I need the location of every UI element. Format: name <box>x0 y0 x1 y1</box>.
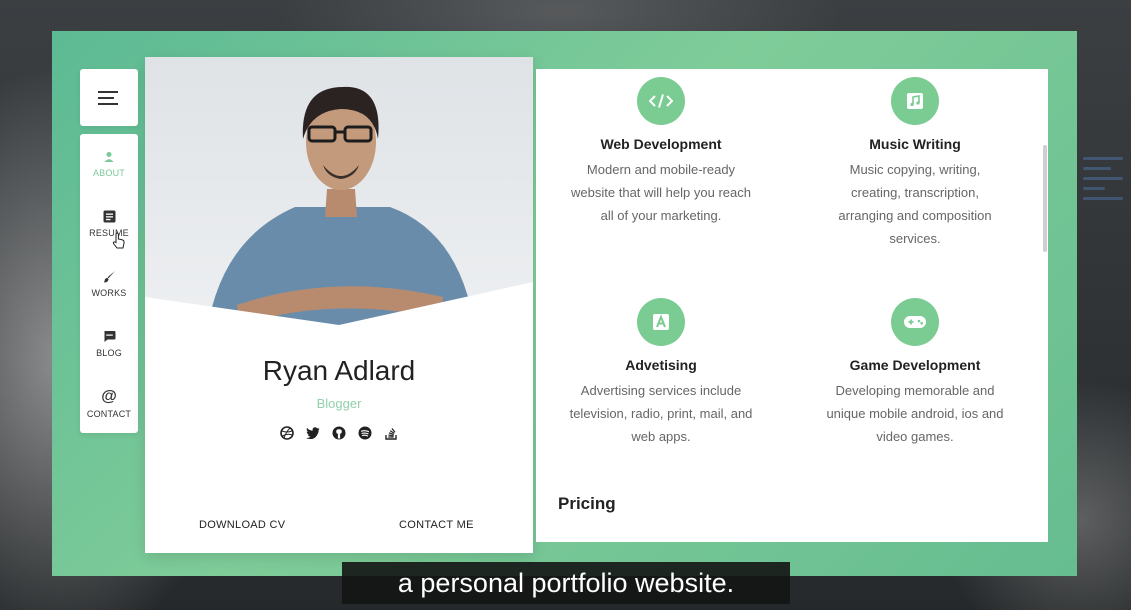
nav-label-works: WORKS <box>91 288 127 298</box>
video-caption: a personal portfolio website. <box>342 562 790 604</box>
music-icon <box>907 93 923 109</box>
dribbble-icon[interactable] <box>279 425 295 441</box>
service-title-music-writing: Music Writing <box>869 136 961 152</box>
profile-photo <box>145 57 533 347</box>
service-desc-line: Advertising services include <box>580 383 742 398</box>
profile-subtitle: Blogger <box>316 396 362 411</box>
document-icon <box>103 210 115 223</box>
twitter-icon[interactable] <box>305 425 321 441</box>
service-desc-line: services. <box>889 231 941 246</box>
nav-item-resume[interactable]: RESUME <box>80 199 138 249</box>
nav-label-about: ABOUT <box>92 167 125 178</box>
spotify-icon[interactable] <box>357 425 373 441</box>
service-icon-music-writing <box>891 77 939 125</box>
github-icon[interactable] <box>331 425 347 441</box>
nav-item-about[interactable]: ABOUT <box>80 139 138 189</box>
nav-label-contact: CONTACT <box>86 408 132 419</box>
service-desc-line: website that will help you reach <box>571 185 751 200</box>
social-links <box>279 425 399 441</box>
mouse-cursor <box>112 232 125 249</box>
chat-icon <box>104 331 115 342</box>
service-desc-web-development: Modern and mobile-ready website that wil… <box>546 158 776 227</box>
services-panel: Web Development Modern and mobile-ready … <box>536 69 1048 542</box>
service-desc-line: television, radio, print, mail, and <box>569 406 753 421</box>
nav-label-blog: BLOG <box>96 348 122 358</box>
service-desc-line: arranging and composition <box>838 208 992 223</box>
service-icon-game-development <box>891 298 939 346</box>
service-desc-line: creating, transcription, <box>851 185 979 200</box>
service-icon-web-development <box>637 77 685 125</box>
at-icon: @ <box>101 387 117 405</box>
service-desc-line: all of your marketing. <box>600 208 722 223</box>
service-title-web-development: Web Development <box>600 136 722 152</box>
service-desc-line: video games. <box>876 429 954 444</box>
contact-me-button[interactable]: CONTACT ME <box>399 519 474 531</box>
side-nav: ABOUT RESUME WORKS BLOG @ CONTACT <box>80 134 138 433</box>
menu-button[interactable] <box>80 69 138 126</box>
service-desc-line: web apps. <box>631 429 691 444</box>
background-code-lines <box>1083 150 1123 270</box>
service-desc-music-writing: Music copying, writing, creating, transc… <box>800 158 1030 250</box>
service-title-game-development: Game Development <box>849 357 981 373</box>
service-desc-line: unique mobile android, ios and <box>826 406 1004 421</box>
service-desc-game-development: Developing memorable and unique mobile a… <box>800 379 1030 448</box>
profile-card: Ryan Adlard Blogger DOWNLOAD CV CONTACT … <box>145 57 533 553</box>
profile-name: Ryan Adlard <box>262 355 416 386</box>
nav-item-works[interactable]: WORKS <box>80 259 138 309</box>
download-cv-button[interactable]: DOWNLOAD CV <box>199 519 285 531</box>
pricing-heading: Pricing <box>558 494 616 513</box>
service-desc-line: Developing memorable and <box>835 383 995 398</box>
gamepad-icon <box>904 316 926 328</box>
scrollbar[interactable] <box>1043 145 1047 252</box>
ad-icon <box>653 314 669 330</box>
person-icon <box>104 151 114 162</box>
profile-photo-figure <box>145 86 533 347</box>
nav-item-contact[interactable]: @ CONTACT <box>80 379 138 429</box>
nav-item-blog[interactable]: BLOG <box>80 319 138 369</box>
service-icon-advertising <box>637 298 685 346</box>
service-title-advertising: Advetising <box>625 357 697 373</box>
brush-icon <box>103 271 115 283</box>
stackoverflow-icon[interactable] <box>383 425 399 441</box>
service-desc-line: Music copying, writing, <box>849 162 981 177</box>
code-icon <box>649 94 673 108</box>
hamburger-icon <box>98 90 118 105</box>
service-desc-line: Modern and mobile-ready <box>586 162 736 177</box>
service-desc-advertising: Advertising services include television,… <box>546 379 776 448</box>
